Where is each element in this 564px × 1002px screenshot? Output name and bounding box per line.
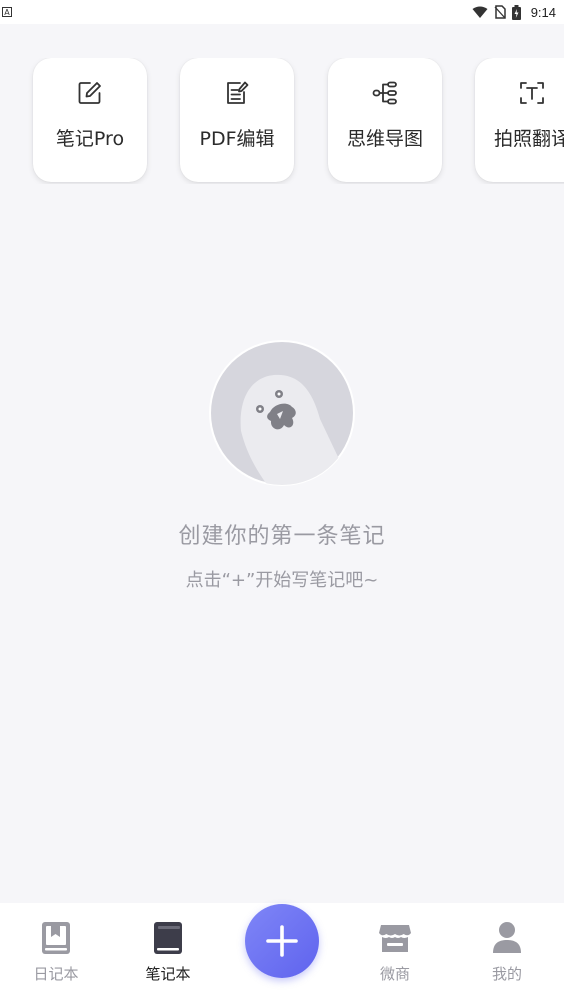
status-time: 9:14 (530, 4, 556, 20)
nav-item-diary[interactable]: 日记本 (0, 903, 112, 1002)
plus-icon (265, 924, 299, 958)
shortcut-mind-map[interactable]: 思维导图 (328, 58, 442, 182)
nav-item-store[interactable]: 微商 (339, 903, 451, 1002)
mind-map-icon (372, 80, 398, 106)
person-icon (490, 921, 524, 955)
shortcut-photo-translate[interactable]: 拍照翻译 (475, 58, 564, 182)
nav-item-me[interactable]: 我的 (451, 903, 563, 1002)
shortcut-label: 笔记Pro (55, 128, 125, 150)
shortcut-label: PDF编辑 (199, 128, 275, 150)
scan-text-icon (519, 80, 545, 106)
status-bar: A 9:14 (0, 0, 564, 24)
nav-item-notebook[interactable]: 笔记本 (112, 903, 224, 1002)
empty-ghost-illustration (208, 339, 356, 487)
nav-label: 笔记本 (145, 965, 191, 983)
nav-label: 微商 (379, 965, 410, 983)
nav-label: 我的 (491, 965, 522, 983)
status-left: A (2, 7, 12, 17)
notification-a-icon: A (2, 7, 12, 17)
pdf-edit-icon (224, 80, 250, 106)
svg-text:A: A (4, 8, 10, 17)
shortcut-label: 拍照翻译 (493, 128, 564, 150)
add-note-button[interactable] (245, 904, 319, 978)
wifi-icon (472, 6, 488, 19)
shortcut-pdf-edit[interactable]: PDF编辑 (180, 58, 294, 182)
shortcut-label: 思维导图 (346, 128, 423, 150)
shortcut-note-pro[interactable]: 笔记Pro (33, 58, 147, 182)
shortcut-row: 笔记Pro PDF编辑 思维导图 拍照翻译 (0, 58, 564, 184)
store-icon (378, 921, 412, 955)
status-right: 9:14 (472, 4, 556, 20)
nav-label: 日记本 (33, 965, 79, 983)
battery-charging-icon (511, 4, 521, 20)
diary-book-icon (39, 921, 73, 955)
sim-no-signal-icon (494, 5, 506, 19)
edit-pencil-icon (77, 80, 103, 106)
notebook-icon (151, 921, 185, 955)
empty-state-title: 创建你的第一条笔记 (178, 524, 386, 549)
empty-state-subtitle: 点击“+”开始写笔记吧~ (185, 570, 379, 591)
